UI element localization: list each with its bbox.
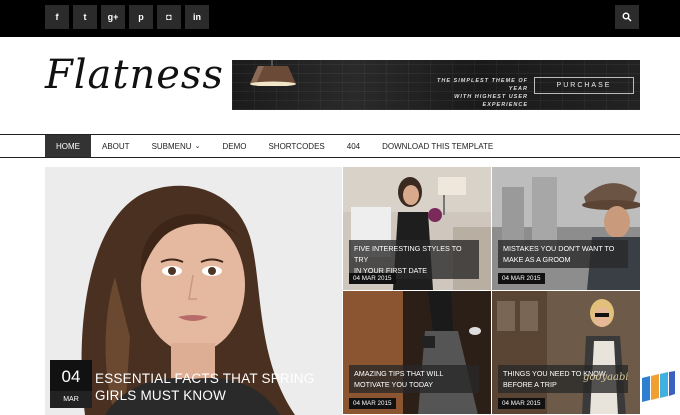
lamp-image [250, 60, 296, 86]
site-logo[interactable]: Flatness [45, 52, 224, 98]
featured-post-date: 04 MAR [50, 360, 92, 408]
watermark-logo-icon [642, 371, 675, 402]
post-title[interactable]: MISTAKES YOU DON'T WANT TO MAKE AS A GRO… [498, 240, 628, 268]
pinterest-icon[interactable]: p [129, 5, 153, 29]
post-date: 04 MAR 2015 [349, 273, 396, 284]
post-title-line2: MOTIVATE YOU TODAY [354, 380, 434, 389]
nav-home-label: HOME [56, 141, 80, 151]
post-date: 04 MAR 2015 [349, 398, 396, 409]
featured-post[interactable]: 04 MAR ESSENTIAL FACTS THAT SPRING GIRLS… [45, 167, 342, 415]
nav-about-label: ABOUT [102, 141, 130, 151]
post-title-line1: MISTAKES YOU DON'T WANT TO [503, 244, 615, 253]
featured-post-title-line1: ESSENTIAL FACTS THAT SPRING [95, 371, 315, 386]
banner-tagline: THE SIMPLEST THEME OF YEAR WITH HIGHEST … [418, 77, 528, 109]
nav-home[interactable]: HOME [45, 135, 91, 157]
featured-post-title[interactable]: ESSENTIAL FACTS THAT SPRING GIRLS MUST K… [95, 370, 314, 404]
post-card[interactable]: THINGS YOU NEED TO KNOW BEFORE A TRIP 04… [492, 291, 640, 414]
banner-tagline-line1: THE SIMPLEST THEME OF YEAR [437, 78, 528, 92]
google-plus-icon[interactable]: g+ [101, 5, 125, 29]
post-title-line1: FIVE INTERESTING STYLES TO TRY [354, 244, 462, 264]
nav-shortcodes-label: SHORTCODES [268, 141, 325, 151]
featured-post-day: 04 [61, 367, 81, 386]
post-date: 04 MAR 2015 [498, 398, 545, 409]
nav-submenu[interactable]: SUBMENU ⌄ [141, 135, 212, 157]
nav-shortcodes[interactable]: SHORTCODES [257, 135, 335, 157]
post-card[interactable]: MISTAKES YOU DON'T WANT TO MAKE AS A GRO… [492, 167, 640, 290]
featured-post-month: MAR [50, 391, 92, 408]
linkedin-icon[interactable]: in [185, 5, 209, 29]
instagram-icon[interactable]: ◘ [157, 5, 181, 29]
nav-404[interactable]: 404 [336, 135, 371, 157]
banner-tagline-line2: WITH HIGHEST USER EXPERIENCE [454, 94, 528, 108]
nav-404-label: 404 [346, 141, 361, 151]
watermark-text: gooyaabi [583, 372, 629, 383]
search-button[interactable] [615, 5, 639, 29]
search-icon [622, 12, 632, 22]
featured-post-title-line2: GIRLS MUST KNOW [95, 388, 227, 403]
purchase-button[interactable]: PURCHASE [534, 77, 634, 94]
post-title-line2: MAKE AS A GROOM [503, 255, 571, 264]
chevron-down-icon: ⌄ [194, 143, 201, 150]
nav-demo-label: DEMO [222, 141, 247, 151]
post-card[interactable]: AMAZING TIPS THAT WILL MOTIVATE YOU TODA… [343, 291, 491, 414]
top-bar: f t g+ p ◘ in [0, 0, 680, 37]
facebook-icon[interactable]: f [45, 5, 69, 29]
nav-download-template[interactable]: DOWNLOAD THIS TEMPLATE [371, 135, 504, 157]
post-title-line1: AMAZING TIPS THAT WILL [354, 369, 444, 378]
header-banner[interactable]: THE SIMPLEST THEME OF YEAR WITH HIGHEST … [232, 60, 640, 110]
nav-download-label: DOWNLOAD THIS TEMPLATE [382, 141, 494, 151]
twitter-icon[interactable]: t [73, 5, 97, 29]
main-navigation: HOME ABOUT SUBMENU ⌄ DEMO SHORTCODES 404 … [0, 134, 680, 158]
social-links: f t g+ p ◘ in [45, 5, 209, 29]
post-card[interactable]: FIVE INTERESTING STYLES TO TRY IN YOUR F… [343, 167, 491, 290]
post-title[interactable]: AMAZING TIPS THAT WILL MOTIVATE YOU TODA… [349, 365, 479, 393]
post-image [492, 167, 640, 290]
nav-about[interactable]: ABOUT [91, 135, 141, 157]
post-image [343, 291, 491, 414]
post-date: 04 MAR 2015 [498, 273, 545, 284]
nav-demo[interactable]: DEMO [211, 135, 257, 157]
nav-submenu-label: SUBMENU [151, 141, 192, 151]
post-image [492, 291, 640, 414]
